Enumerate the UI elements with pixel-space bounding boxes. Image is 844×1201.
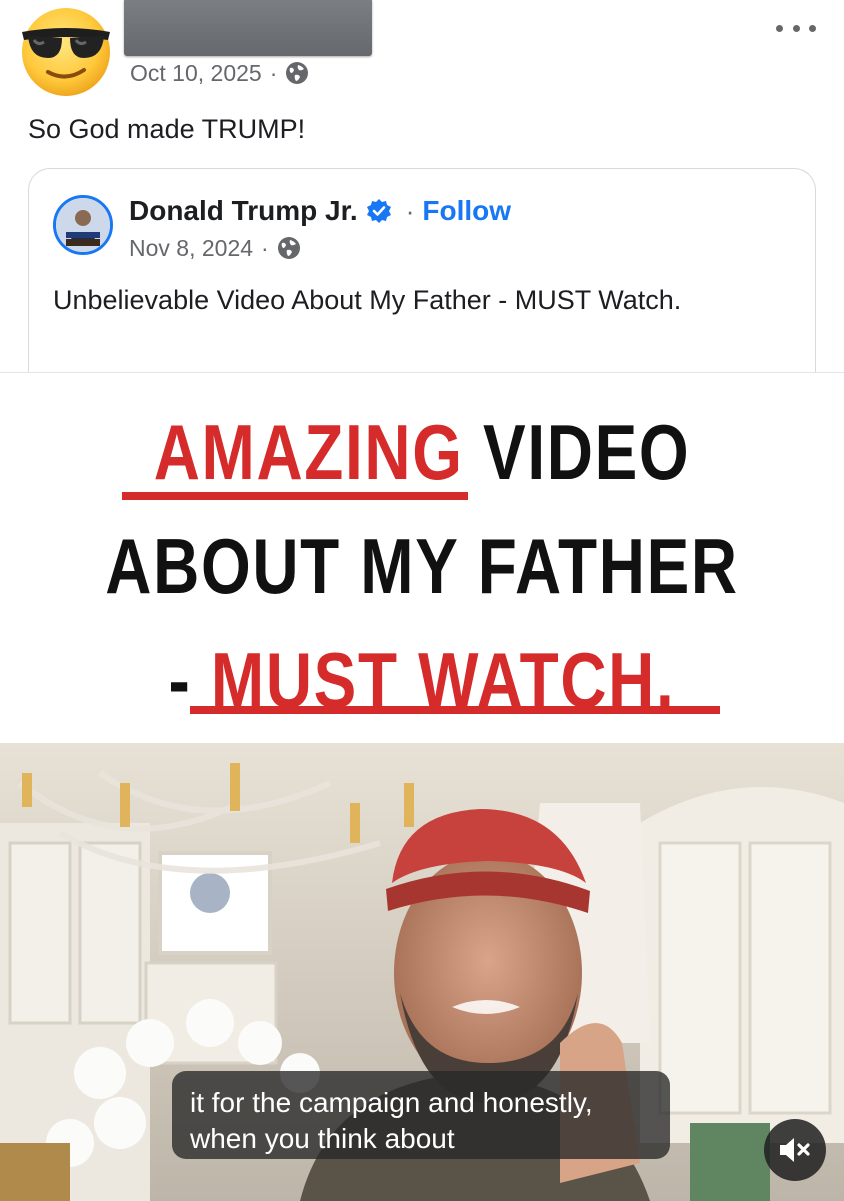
meta-separator: · [269,59,278,86]
more-dot [809,24,816,32]
follow-button[interactable]: Follow [422,195,511,227]
shared-post-date[interactable]: Nov 8, 2024 [129,235,253,262]
video-player[interactable]: it for the campaign and honestly, when y… [0,743,844,1201]
meta-separator: · [261,234,269,261]
globe-icon [277,236,301,260]
post-text: So God made TRUMP! [28,114,306,144]
headline-line-2: ABOUT MY FATHER [105,522,739,610]
headline-line-3: - MUST WATCH. [76,635,768,735]
sunglasses-emoji-avatar-icon[interactable] [18,2,114,98]
shared-post-meta: Nov 8, 2024 · [129,233,301,263]
more-options-icon[interactable] [776,16,816,40]
shared-author-row: Donald Trump Jr. · Follow [129,193,511,229]
headline-underline-2 [190,706,720,714]
more-dot [776,24,783,32]
video-captions: it for the campaign and honestly, when y… [172,1071,670,1159]
headline-graphic: AMAZING VIDEO ABOUT MY FATHER - MUST WAT… [0,373,844,743]
speaker-muted-icon[interactable] [764,1119,826,1181]
headline-amazing: AMAZING [153,408,464,496]
headline-underline-1 [122,492,468,500]
name-separator: · [405,195,415,226]
more-dot [792,24,800,32]
redacted-username [124,0,372,56]
page-avatar[interactable] [53,195,113,255]
post-date[interactable]: Oct 10, 2025 [130,60,262,87]
shared-post-text: Unbelievable Video About My Father - MUS… [53,285,682,315]
shared-author-name[interactable]: Donald Trump Jr. [129,195,358,227]
shared-post-card[interactable]: Donald Trump Jr. · Follow Nov 8, 2024 · … [28,168,816,398]
globe-icon [285,61,309,85]
post-media[interactable]: AMAZING VIDEO ABOUT MY FATHER - MUST WAT… [0,372,844,1201]
post-meta: Oct 10, 2025 · [130,58,309,88]
headline-video: VIDEO [463,408,691,496]
verified-badge-icon [366,198,392,224]
